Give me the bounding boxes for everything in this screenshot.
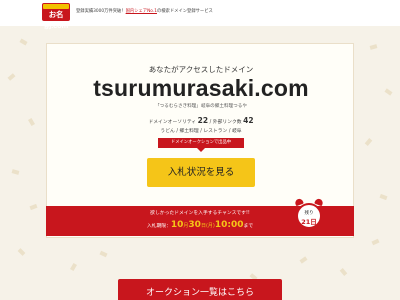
header-tagline: 登録実績3000万件突破！国内シェアNo.1の検索ドメイン登録サービス xyxy=(76,8,213,14)
deadline-suffix: まで xyxy=(243,224,254,229)
deadline-month: 10 xyxy=(170,220,184,230)
domain-metrics: ドメインオーソリティ 22 / 外部リンク数 42 xyxy=(47,116,355,125)
backlinks-label: / 外部リンク数 xyxy=(209,120,242,125)
view-bids-button[interactable]: 入札状況を見る xyxy=(147,158,255,187)
clock-face: 残り 21日 xyxy=(296,203,322,229)
domain-name: tsurumurasaki.com xyxy=(93,75,309,101)
deadline-day: 30 xyxy=(188,220,201,230)
authority-label: ドメインオーソリティ xyxy=(148,120,197,125)
logo-text: お名前.com xyxy=(43,10,68,30)
domain-description: 「つるむらさき料理」岐阜の郷土料理つるや xyxy=(155,104,247,109)
countdown-clock-icon: 残り 21日 xyxy=(294,197,324,233)
site-header: お名前.com 登録実績3000万件突破！国内シェアNo.1の検索ドメイン登録サ… xyxy=(0,0,400,30)
deadline-label: 入札期限： xyxy=(146,224,171,229)
auction-badge: ドメインオークションで出品中 xyxy=(158,138,244,152)
remaining-days: 21日 xyxy=(301,218,317,226)
domain-categories: うどん / 郷土料理 / レストラン / 岐阜 xyxy=(160,129,242,134)
backlinks-value: 42 xyxy=(243,116,254,125)
deadline-day-unit: 日(月) xyxy=(200,223,215,229)
card-subtitle: あなたがアクセスしたドメイン xyxy=(148,65,254,74)
tagline-prefix: 登録実績3000万件突破！ xyxy=(76,9,126,14)
deadline-time: 10:00 xyxy=(214,220,244,230)
tagline-suffix: の検索ドメイン登録サービス xyxy=(156,9,213,14)
brand-logo[interactable]: お名前.com xyxy=(42,3,70,30)
auction-list-button[interactable]: オークション一覧はこちら xyxy=(118,279,282,300)
tagline-link[interactable]: 国内シェアNo.1 xyxy=(126,9,157,14)
authority-value: 22 xyxy=(197,116,209,125)
